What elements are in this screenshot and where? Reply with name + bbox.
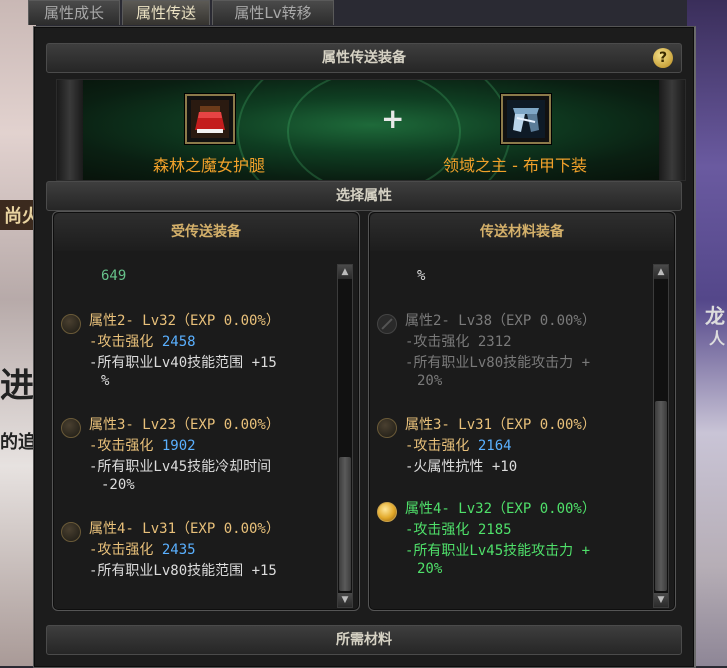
stat-value: 2458 [161, 334, 196, 350]
attr-title: 属性3- Lv31（EXP 0.00%） [405, 417, 596, 433]
panel-title: 传送材料装备 [370, 213, 674, 251]
attr-effect-cont: -20% [101, 477, 135, 493]
tab-bar: 属性成长 属性传送 属性Lv转移 [28, 0, 336, 26]
scroll-up-icon[interactable]: ▲ [338, 265, 352, 279]
required-materials-bar: 所需材料 [46, 625, 682, 655]
attr-title: 属性2- Lv32（EXP 0.00%） [89, 313, 280, 329]
attr-radio[interactable] [61, 314, 81, 334]
tab-attribute-level-transfer[interactable]: 属性Lv转移 [212, 0, 334, 25]
attr-stat: -攻击强化 2435 [89, 539, 196, 559]
attr-effect-cont: % [101, 373, 110, 389]
stat-value: 1902 [161, 438, 196, 454]
attr-radio[interactable] [61, 418, 81, 438]
stat-value: 2435 [161, 542, 196, 558]
attr-title: 属性4- Lv31（EXP 0.00%） [89, 521, 280, 537]
stat-value: 2312 [477, 334, 512, 350]
background-left-scene [0, 0, 36, 666]
stat-label: -攻击强化 [89, 542, 154, 558]
attr-effect: -所有职业Lv45技能冷却时间 [89, 459, 272, 475]
banner-rune-ring [287, 80, 461, 180]
banner-pillar-left [57, 80, 83, 180]
banner-pillar-right [659, 80, 685, 180]
source-item-name: 森林之魔女护腿 [153, 156, 266, 175]
attr-effect-cont: 20% [417, 373, 443, 389]
background-text: 人 [708, 329, 725, 348]
stat-value: 2185 [477, 522, 512, 538]
attr-partial-value: % [417, 268, 426, 284]
select-attribute-label: 选择属性 [336, 188, 392, 204]
stat-label: -攻击强化 [405, 438, 470, 454]
stat-label: -攻击强化 [405, 522, 470, 538]
attr-partial-value: 649 [101, 268, 127, 284]
scrollbar[interactable]: ▲ ▼ [653, 264, 669, 608]
select-attribute-bar: 选择属性 [46, 181, 682, 211]
tab-attribute-growth[interactable]: 属性成长 [28, 0, 120, 25]
attr-effect: -所有职业Lv40技能范围 +15 [89, 355, 277, 371]
stat-label: -攻击强化 [89, 334, 154, 350]
material-equipment-panel: 传送材料装备 % 属性2- Lv38（EXP 0.00%） -攻击强化 2312… [368, 211, 676, 611]
scrollbar[interactable]: ▲ ▼ [337, 264, 353, 608]
attr-effect: -所有职业Lv45技能攻击力 + [405, 543, 591, 559]
receiver-equipment-panel: 受传送装备 649 属性2- Lv32（EXP 0.00%） -攻击强化 245… [52, 211, 360, 611]
attr-title: 属性2- Lv38（EXP 0.00%） [405, 313, 596, 329]
scroll-up-icon[interactable]: ▲ [654, 265, 668, 279]
stat-label: -攻击强化 [405, 334, 470, 350]
header-bar: 属性传送装备 ? [46, 43, 682, 73]
target-item-name: 领域之主 - 布甲下装 [443, 156, 587, 175]
attr-stat: -攻击强化 2164 [405, 435, 512, 455]
background-text: 进 [0, 366, 34, 406]
attr-effect: -所有职业Lv80技能范围 +15 [89, 563, 277, 579]
stat-value: 2164 [477, 438, 512, 454]
panel-title: 受传送装备 [54, 213, 358, 251]
required-materials-label: 所需材料 [336, 632, 392, 648]
attr-effect: -所有职业Lv80技能攻击力 + [405, 355, 591, 371]
skirt-item-icon [191, 100, 229, 138]
armor-pants-item-icon [507, 100, 545, 138]
attr-stat: -攻击强化 2312 [405, 331, 512, 351]
attr-radio-selected[interactable] [377, 502, 397, 522]
attr-radio[interactable] [61, 522, 81, 542]
scroll-down-icon[interactable]: ▼ [338, 593, 352, 607]
attr-title: 属性3- Lv23（EXP 0.00%） [89, 417, 280, 433]
tab-attribute-transfer[interactable]: 属性传送 [122, 0, 210, 25]
attr-stat: -攻击强化 1902 [89, 435, 196, 455]
plus-sign: + [381, 102, 405, 135]
scroll-thumb[interactable] [655, 401, 667, 591]
target-item-slot[interactable] [501, 94, 551, 144]
help-icon[interactable]: ? [653, 48, 673, 68]
attr-title: 属性4- Lv32（EXP 0.00%） [405, 501, 596, 517]
attr-stat: -攻击强化 2458 [89, 331, 196, 351]
transfer-banner: + 森林之魔女护腿 领域之主 - 布甲下装 [56, 79, 686, 181]
source-item-slot[interactable] [185, 94, 235, 144]
stat-label: -攻击强化 [89, 438, 154, 454]
scroll-thumb[interactable] [339, 457, 351, 591]
attr-effect: -火属性抗性 +10 [405, 459, 518, 475]
attr-radio[interactable] [377, 418, 397, 438]
attr-effect-cont: 20% [417, 561, 443, 577]
attr-radio-disabled [377, 314, 397, 334]
window-title: 属性传送装备 [322, 50, 406, 66]
attr-stat: -攻击强化 2185 [405, 519, 512, 539]
transfer-window: 属性传送装备 ? + 森林之魔女护腿 领域之主 - 布甲下装 选择属性 受传送装… [33, 26, 696, 668]
background-text: 的追 [0, 432, 36, 453]
scroll-down-icon[interactable]: ▼ [654, 593, 668, 607]
